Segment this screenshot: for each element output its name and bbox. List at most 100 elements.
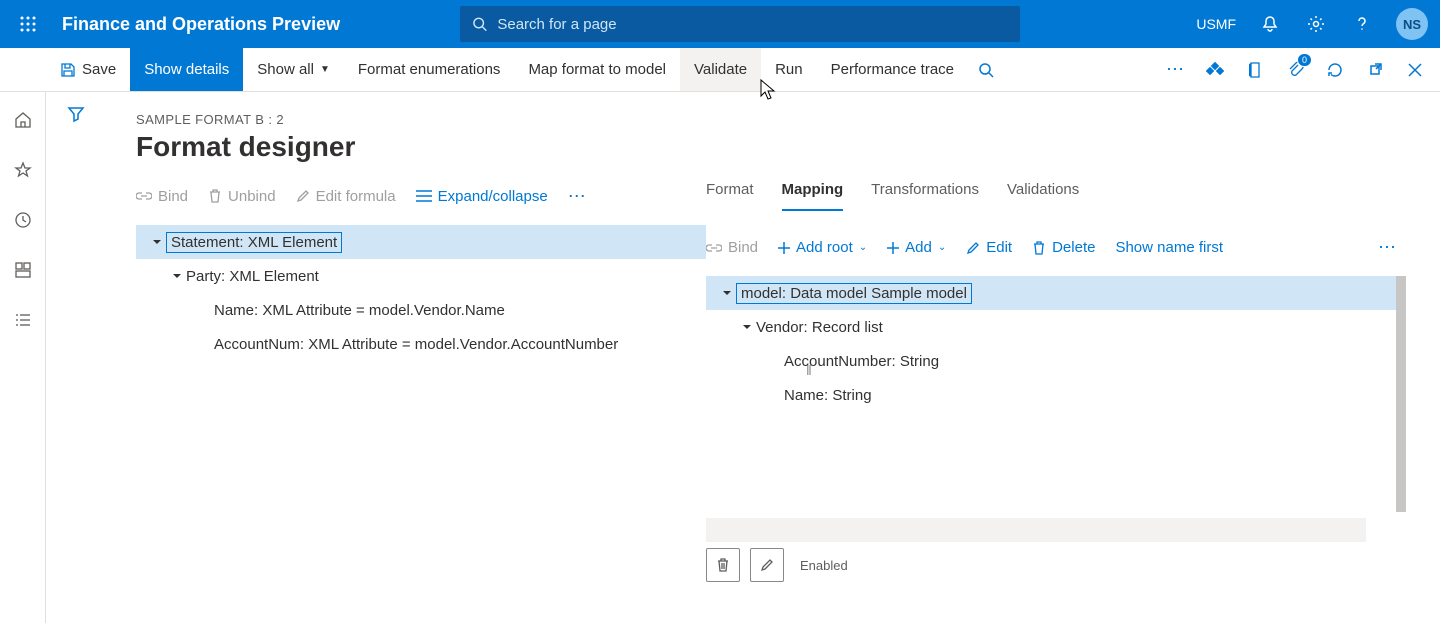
tab-format[interactable]: Format (706, 181, 754, 211)
format-tree[interactable]: Statement: XML Element Party: XML Element… (136, 225, 706, 361)
tree-row[interactable]: Name: String (706, 378, 1406, 412)
search-icon (978, 62, 994, 78)
left-more-icon[interactable]: ⋯ (568, 186, 586, 207)
property-strip (706, 518, 1366, 542)
save-button[interactable]: Save (46, 48, 130, 91)
edit-label: Edit (986, 239, 1012, 256)
run-button[interactable]: Run (761, 48, 817, 91)
expand-collapse-button[interactable]: Expand/collapse (416, 188, 548, 205)
tree-row[interactable]: Vendor: Record list (706, 310, 1406, 344)
filter-icon[interactable] (67, 105, 85, 123)
perf-trace-label: Performance trace (831, 61, 954, 78)
plus-icon (778, 242, 790, 254)
mapping-pane: Format Mapping Transformations Validatio… (706, 181, 1416, 621)
close-icon[interactable] (1404, 59, 1426, 81)
action-search-button[interactable] (968, 48, 1004, 91)
format-enum-label: Format enumerations (358, 61, 501, 78)
validate-button[interactable]: Validate (680, 48, 761, 91)
tree-row[interactable]: Party: XML Element (136, 259, 706, 293)
user-avatar[interactable]: NS (1396, 8, 1428, 40)
edit-property-button[interactable] (750, 548, 784, 582)
action-bar: Save Show details Show all ▼ Format enum… (0, 48, 1440, 92)
delete-property-button[interactable] (706, 548, 740, 582)
scrollbar[interactable] (1396, 276, 1406, 512)
expand-arrow-icon[interactable] (718, 288, 736, 298)
help-icon[interactable] (1350, 12, 1374, 36)
edit-button[interactable]: Edit (966, 239, 1012, 256)
search-icon (472, 16, 487, 32)
add-button[interactable]: Add ⌄ (887, 239, 946, 256)
search-input[interactable] (497, 16, 1008, 33)
app-launcher-icon[interactable] (12, 8, 44, 40)
expand-arrow-icon[interactable] (738, 322, 756, 332)
tree-row-label: Vendor: Record list (756, 319, 883, 336)
company-label[interactable]: USMF (1196, 16, 1236, 32)
chevron-down-icon: ⌄ (859, 242, 867, 253)
tree-row[interactable]: Statement: XML Element (136, 225, 706, 259)
office-icon[interactable] (1244, 59, 1266, 81)
map-format-button[interactable]: Map format to model (514, 48, 680, 91)
show-details-button[interactable]: Show details (130, 48, 243, 91)
delete-button[interactable]: Delete (1032, 239, 1095, 256)
mapping-tree[interactable]: model: Data model Sample model Vendor: Re… (706, 276, 1406, 412)
diamond-icon[interactable] (1204, 59, 1226, 81)
right-more-icon[interactable]: ⋯ (1378, 237, 1416, 258)
nav-workspaces-icon[interactable] (7, 254, 39, 286)
tab-transformations[interactable]: Transformations (871, 181, 979, 211)
pane-splitter[interactable]: ‖ (806, 362, 812, 378)
right-bind-button[interactable]: Bind (706, 239, 758, 256)
notifications-icon[interactable] (1258, 12, 1282, 36)
add-root-label: Add root (796, 239, 853, 256)
settings-icon[interactable] (1304, 12, 1328, 36)
plus-icon (887, 242, 899, 254)
attachments-icon[interactable]: 0 (1284, 59, 1306, 81)
add-label: Add (905, 239, 932, 256)
show-name-first-label: Show name first (1115, 239, 1223, 256)
add-root-button[interactable]: Add root ⌄ (778, 239, 867, 256)
format-enum-button[interactable]: Format enumerations (344, 48, 515, 91)
nav-favorites-icon[interactable] (7, 154, 39, 186)
properties-panel: Enabled (706, 518, 1416, 582)
edit-formula-button[interactable]: Edit formula (296, 188, 396, 205)
tree-row-label: AccountNum: XML Attribute = model.Vendor… (214, 336, 618, 353)
validate-label: Validate (694, 61, 747, 78)
more-actions-icon[interactable]: ⋯ (1164, 59, 1186, 81)
topbar: Finance and Operations Preview USMF NS (0, 0, 1440, 48)
nav-modules-icon[interactable] (7, 304, 39, 336)
show-details-label: Show details (144, 61, 229, 78)
link-icon (706, 242, 722, 254)
right-tabs: Format Mapping Transformations Validatio… (706, 181, 1416, 211)
tree-row-label: Name: XML Attribute = model.Vendor.Name (214, 302, 505, 319)
expand-arrow-icon[interactable] (148, 237, 166, 247)
tree-row-label: Party: XML Element (186, 268, 319, 285)
chevron-down-icon: ⌄ (938, 242, 946, 253)
run-label: Run (775, 61, 803, 78)
tab-validations[interactable]: Validations (1007, 181, 1079, 211)
bind-button[interactable]: Bind (136, 188, 188, 205)
link-icon (136, 190, 152, 202)
actionbar-right: ⋯ 0 (1164, 48, 1440, 91)
unbind-button[interactable]: Unbind (208, 188, 276, 205)
breadcrumb: SAMPLE FORMAT B : 2 (136, 112, 1416, 127)
tree-row[interactable]: Name: XML Attribute = model.Vendor.Name (136, 293, 706, 327)
save-label: Save (82, 61, 116, 78)
show-all-button[interactable]: Show all ▼ (243, 48, 344, 91)
show-name-first-button[interactable]: Show name first (1115, 239, 1223, 256)
attachments-badge: 0 (1297, 53, 1312, 67)
expand-arrow-icon[interactable] (168, 271, 186, 281)
left-toolbar: Bind Unbind Edit formula Expand/collapse… (136, 181, 706, 211)
edit-formula-label: Edit formula (316, 188, 396, 205)
perf-trace-button[interactable]: Performance trace (817, 48, 968, 91)
tree-row[interactable]: AccountNum: XML Attribute = model.Vendor… (136, 327, 706, 361)
tree-row[interactable]: model: Data model Sample model (706, 276, 1406, 310)
right-toolbar: Bind Add root ⌄ Add ⌄ Edit (706, 237, 1416, 258)
bind-label: Bind (158, 188, 188, 205)
refresh-icon[interactable] (1324, 59, 1346, 81)
nav-home-icon[interactable] (7, 104, 39, 136)
pencil-icon (760, 558, 774, 572)
search-box[interactable] (460, 6, 1020, 42)
trash-icon (1032, 240, 1046, 256)
tab-mapping[interactable]: Mapping (782, 181, 844, 211)
popout-icon[interactable] (1364, 59, 1386, 81)
nav-recent-icon[interactable] (7, 204, 39, 236)
